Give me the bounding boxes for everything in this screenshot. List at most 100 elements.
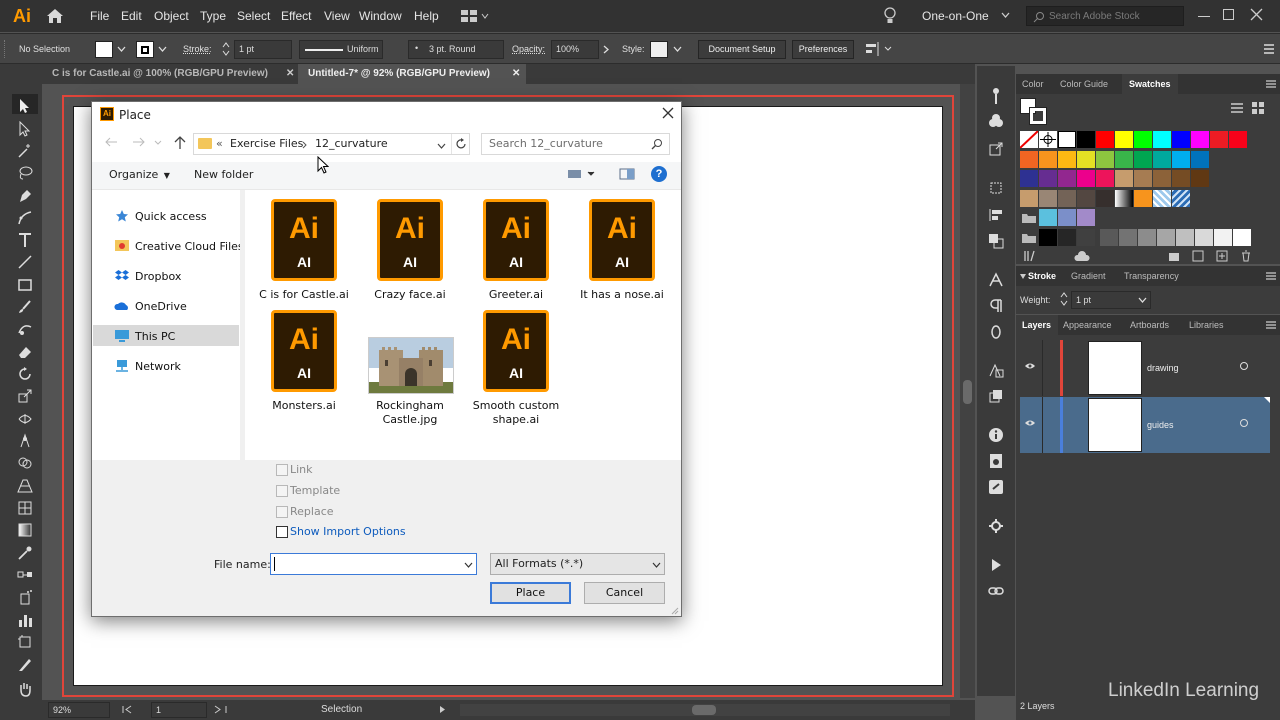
menu-window[interactable]: Window [359, 9, 402, 23]
align-icon[interactable] [864, 41, 892, 57]
swatch[interactable] [1134, 150, 1152, 168]
swatch[interactable] [1134, 189, 1152, 207]
new-swatch-icon[interactable] [1216, 250, 1228, 262]
swatch[interactable] [1195, 228, 1213, 246]
swatch[interactable] [1119, 228, 1137, 246]
export-icon[interactable] [988, 141, 1004, 157]
cancel-button[interactable]: Cancel [584, 582, 665, 604]
nav-quick-access[interactable]: Quick access [135, 210, 207, 223]
swatch[interactable] [1115, 189, 1133, 207]
back-arrow-icon[interactable] [104, 137, 118, 147]
chevron-down-icon[interactable] [158, 46, 167, 52]
search-icon[interactable] [651, 138, 663, 150]
scale-tool-icon[interactable] [17, 388, 33, 404]
type-tool-icon[interactable] [17, 232, 33, 248]
pen-tool-icon[interactable] [17, 188, 33, 204]
scrollbar-thumb[interactable] [692, 705, 716, 715]
up-arrow-icon[interactable] [174, 136, 186, 150]
file-item[interactable]: Ai AI Monsters.ai [249, 310, 359, 430]
swatch[interactable] [1115, 170, 1133, 187]
nav-this-pc[interactable]: This PC [135, 330, 175, 343]
column-graph-tool-icon[interactable] [17, 612, 33, 628]
nav-dropbox[interactable]: Dropbox [135, 270, 181, 283]
swatch[interactable] [1096, 150, 1114, 168]
scrollbar-thumb[interactable] [963, 380, 972, 404]
layer-row-guides[interactable]: guides [1020, 397, 1270, 453]
swatch[interactable] [1058, 189, 1076, 207]
new-folder-button[interactable]: New folder [194, 168, 253, 181]
delete-swatch-icon[interactable] [1240, 250, 1252, 262]
artboard-tool-icon[interactable] [17, 634, 33, 650]
target-icon[interactable] [1240, 362, 1248, 370]
swatch[interactable] [1115, 131, 1133, 148]
swatch[interactable] [1020, 131, 1038, 148]
swatch[interactable] [1172, 150, 1190, 168]
swatch[interactable] [1077, 189, 1095, 207]
file-type-select[interactable]: All Formats (*.*) [490, 553, 665, 575]
tab-artboards[interactable]: Artboards [1130, 320, 1169, 330]
gradient-tool-icon[interactable] [17, 522, 33, 538]
stroke-indicator[interactable] [1029, 107, 1047, 125]
swatch[interactable] [1039, 150, 1057, 168]
forward-arrow-icon[interactable] [132, 137, 146, 147]
swatch[interactable] [1020, 170, 1038, 187]
swatch[interactable] [1153, 131, 1171, 148]
search-stock-field[interactable]: Search Adobe Stock [1026, 6, 1184, 26]
home-icon[interactable] [46, 8, 64, 24]
asset-export-icon[interactable] [988, 518, 1004, 534]
splitter[interactable] [240, 190, 245, 460]
appearance-icon[interactable] [988, 362, 1004, 378]
shape-builder-tool-icon[interactable] [17, 455, 33, 471]
chevron-down-icon[interactable] [673, 46, 682, 52]
lasso-tool-icon[interactable] [17, 165, 33, 181]
swatch[interactable] [1153, 150, 1171, 168]
blend-tool-icon[interactable] [17, 567, 33, 583]
weight-field[interactable]: 1 pt [1071, 291, 1151, 309]
width-tool-icon[interactable] [17, 411, 33, 427]
selection-tool-icon[interactable] [17, 98, 33, 114]
show-import-options-label[interactable]: Show Import Options [290, 525, 406, 538]
tab-stroke[interactable]: Stroke [1028, 271, 1056, 281]
help-icon[interactable]: ? [651, 166, 667, 182]
opentype-icon[interactable] [988, 324, 1004, 340]
stepper-icon[interactable] [221, 40, 231, 58]
menu-type[interactable]: Type [200, 9, 226, 23]
swatch[interactable] [1077, 150, 1095, 168]
menu-select[interactable]: Select [237, 9, 270, 23]
graphic-style-swatch[interactable] [650, 41, 668, 58]
swatch[interactable] [1134, 131, 1152, 148]
menu-edit[interactable]: Edit [121, 9, 142, 23]
recent-locations-icon[interactable] [154, 140, 162, 145]
swatch[interactable] [1096, 189, 1114, 207]
swatch[interactable] [1191, 131, 1209, 148]
swatch[interactable] [1214, 228, 1232, 246]
swatch[interactable] [1058, 150, 1076, 168]
menu-view[interactable]: View [324, 9, 350, 23]
swatch-folder-icon[interactable] [1020, 209, 1038, 226]
graphic-styles-icon[interactable] [988, 388, 1004, 404]
close-tab-icon[interactable]: ✕ [286, 64, 294, 84]
menu-file[interactable]: File [90, 9, 109, 23]
maximize-button[interactable] [1223, 9, 1234, 20]
shaper-tool-icon[interactable] [17, 321, 33, 337]
view-options-icon[interactable] [568, 169, 598, 179]
direct-selection-tool-icon[interactable] [17, 121, 33, 137]
info-icon[interactable] [988, 427, 1004, 443]
slice-tool-icon[interactable] [17, 657, 33, 673]
curvature-tool-icon[interactable] [17, 210, 33, 226]
swatch[interactable] [1229, 131, 1247, 148]
pathfinder-icon[interactable] [988, 233, 1004, 249]
paintbrush-tool-icon[interactable] [17, 299, 33, 315]
folder-search-field[interactable]: Search 12_curvature [481, 133, 670, 155]
show-import-options-checkbox[interactable] [276, 526, 288, 538]
collapse-icon[interactable] [1020, 274, 1026, 280]
opacity-field[interactable]: 100% [551, 40, 599, 59]
tab-gradient[interactable]: Gradient [1071, 271, 1106, 281]
grid-view-icon[interactable] [1252, 102, 1264, 114]
stepper-icon[interactable] [1059, 291, 1069, 307]
swatch[interactable] [1210, 131, 1228, 148]
close-dialog-icon[interactable] [662, 107, 674, 119]
eye-icon[interactable] [1024, 419, 1036, 427]
fill-swatch[interactable] [95, 41, 113, 58]
link-checkbox[interactable] [276, 464, 288, 476]
